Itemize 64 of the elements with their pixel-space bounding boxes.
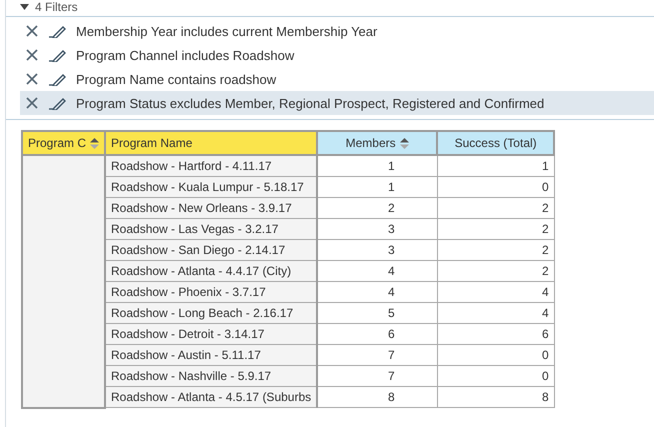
table-cell: 1	[317, 155, 438, 176]
table-cell: 2	[437, 260, 554, 282]
filter-text: Program Status excludes Member, Regional Prospect, Registered and Confirmed	[76, 96, 544, 110]
filter-row[interactable]: Program Name contains roadshow	[20, 67, 654, 91]
table-cell: 1	[317, 176, 438, 198]
table-cell: Roadshow - Phoenix - 3.7.17	[105, 282, 318, 302]
filter-row[interactable]: Program Status excludes Member, Regional Prospect, Registered and Confirmed	[20, 91, 654, 115]
table-cell: 4	[437, 302, 554, 324]
close-icon[interactable]	[26, 73, 38, 85]
column-header[interactable]: Program C	[22, 131, 106, 155]
close-icon[interactable]	[26, 25, 38, 37]
table-cell: 1	[437, 155, 554, 176]
column-header[interactable]: Program Name	[105, 131, 318, 155]
table-cell: 5	[317, 302, 438, 324]
filter-text: Program Name contains roadshow	[76, 72, 276, 86]
table-cell: Roadshow - New Orleans - 3.9.17	[105, 198, 318, 218]
table-cell: 0	[437, 366, 554, 386]
table-cell: 8	[437, 386, 554, 408]
filter-text: Program Channel includes Roadshow	[76, 48, 294, 62]
table-cell: 0	[437, 176, 554, 198]
table-cell: Roadshow - Atlanta - 4.4.17 (City)	[105, 260, 318, 282]
caret-icon[interactable]	[20, 4, 29, 10]
table-cell: Roadshow - Las Vegas - 3.2.17	[105, 218, 318, 240]
filter-text: Membership Year includes current Membership Year	[76, 24, 378, 38]
table-cell: Roadshow - Atlanta - 4.5.17 (Suburbs	[105, 386, 318, 408]
pencil-icon[interactable]	[48, 72, 66, 86]
column-header[interactable]: Members	[317, 131, 438, 155]
table-cell: 7	[317, 366, 438, 386]
pencil-icon[interactable]	[48, 48, 66, 62]
pencil-icon[interactable]	[48, 24, 66, 38]
table-cell: 8	[317, 386, 438, 408]
table-cell: 6	[317, 324, 438, 344]
table-cell: 0	[437, 344, 554, 366]
table-cell: Roadshow - Nashville - 5.9.17	[105, 366, 318, 386]
table-cell: 3	[317, 218, 438, 240]
close-icon[interactable]	[26, 97, 38, 109]
table-cell: 2	[437, 240, 554, 260]
column-label: Program C	[28, 136, 86, 150]
table-cell: 2	[317, 198, 438, 218]
table-cell: Roadshow - Long Beach - 2.16.17	[105, 302, 318, 324]
table-cell: 4	[317, 282, 438, 302]
column-label: Success (Total)	[454, 136, 537, 150]
table-cell: 2	[437, 218, 554, 240]
table-cell: 4	[437, 282, 554, 302]
table-cell: 2	[437, 198, 554, 218]
table-cell: Roadshow - San Diego - 2.14.17	[105, 240, 318, 260]
column-header[interactable]: Success (Total)	[437, 131, 554, 155]
column-label: Program Name	[111, 136, 192, 150]
table-cell: 4	[317, 260, 438, 282]
sort-icon[interactable]	[90, 138, 100, 148]
table-cell: 3	[317, 240, 438, 260]
table-cell: Roadshow - Detroit - 3.14.17	[105, 324, 318, 344]
close-icon[interactable]	[26, 49, 38, 61]
sort-icon[interactable]	[400, 138, 409, 148]
table-cell: Roadshow - Kuala Lumpur - 5.18.17	[105, 176, 318, 198]
filters-count[interactable]: 4 Filters	[35, 0, 78, 14]
filter-row[interactable]: Membership Year includes current Membership Year	[20, 19, 654, 43]
table-cell: Roadshow - Hartford - 4.11.17	[105, 155, 318, 176]
table-cell: 7	[317, 344, 438, 366]
pencil-icon[interactable]	[48, 96, 66, 110]
table-cell: Roadshow - Austin - 5.11.17	[105, 344, 318, 366]
column-label: Members	[346, 136, 396, 150]
table-cell: 6	[437, 324, 554, 344]
filter-row[interactable]: Program Channel includes Roadshow	[20, 43, 654, 67]
